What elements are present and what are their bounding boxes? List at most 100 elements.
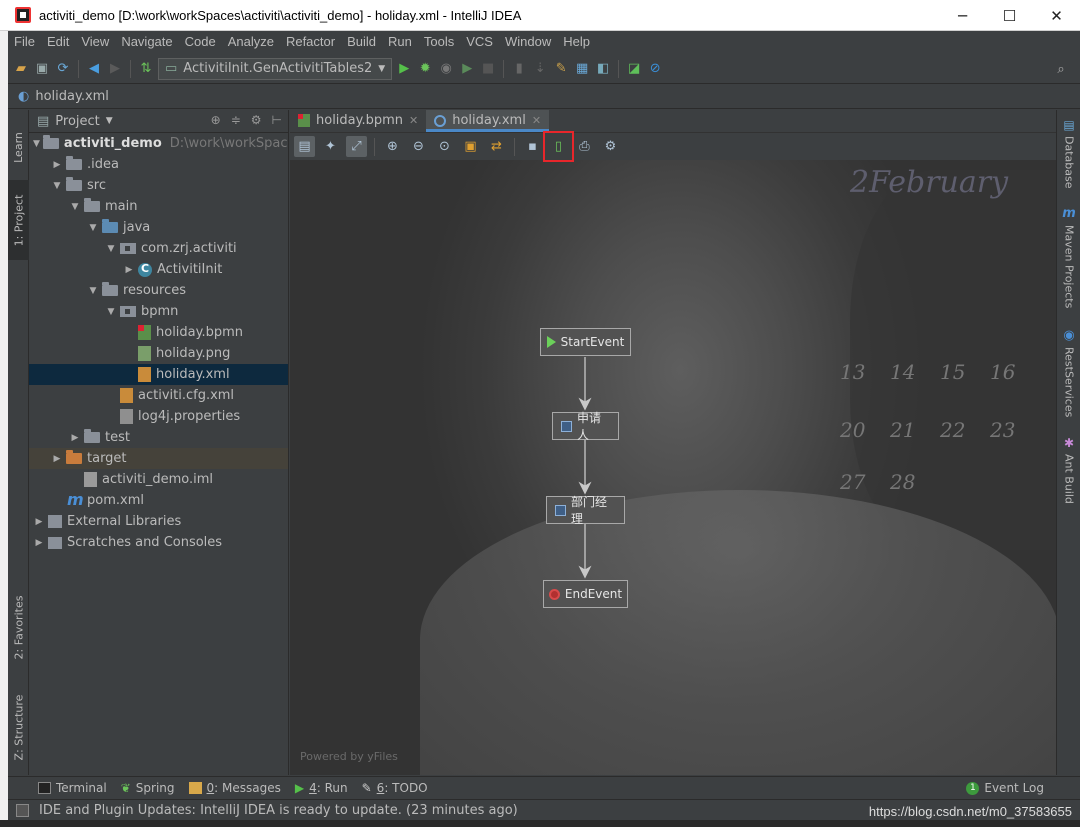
menu-refactor[interactable]: Refactor — [280, 34, 341, 49]
tool-tab-spring[interactable]: ❦ Spring — [121, 781, 175, 795]
project-view-selector[interactable]: Project — [55, 114, 99, 129]
tab-holiday-bpmn[interactable]: holiday.bpmn ✕ — [290, 110, 426, 132]
fit-content-icon[interactable]: ▣ — [460, 136, 481, 157]
no-entry-icon[interactable]: ⊘ — [646, 60, 664, 78]
tree-item-holiday-png[interactable]: holiday.png — [29, 343, 288, 364]
sdk-icon[interactable]: ◧ — [594, 60, 612, 78]
gear-icon[interactable]: ⚙ — [251, 113, 262, 127]
save-diagram-icon[interactable]: ▪ — [522, 136, 543, 157]
settings-gear-icon[interactable]: ⚙ — [600, 136, 621, 157]
tree-item-project-root[interactable]: ▼ activiti_demo D:\work\workSpaces\ac — [29, 133, 288, 154]
tool-tab-run[interactable]: ▶ 4: Run — [295, 781, 348, 795]
start-event-node[interactable]: StartEvent — [540, 328, 631, 356]
locate-icon[interactable]: ⊕ — [211, 113, 221, 127]
tool-tab-restservices[interactable]: ◉ RestServices — [1057, 328, 1080, 417]
layout-icon[interactable]: ✦ — [320, 136, 341, 157]
tool-tab-ant[interactable]: ✱ Ant Build — [1057, 436, 1080, 504]
tool-tab-favorites[interactable]: 2: Favorites — [8, 582, 29, 672]
expanded-arrow-icon[interactable]: ▼ — [105, 244, 117, 254]
menu-window[interactable]: Window — [499, 34, 557, 49]
menu-vcs[interactable]: VCS — [460, 34, 499, 49]
tree-item-idea[interactable]: ▶ .idea — [29, 154, 288, 175]
run-icon[interactable]: ▶ — [395, 60, 413, 78]
tree-item-holiday-bpmn[interactable]: holiday.bpmn — [29, 322, 288, 343]
tool-tab-event-log[interactable]: 1 Event Log — [966, 781, 1044, 795]
export-image-icon[interactable]: ▯ — [543, 131, 574, 162]
user-task-applicant-node[interactable]: 申请人 — [552, 411, 619, 442]
structure-view-icon[interactable]: ▤ — [294, 136, 315, 157]
tree-item-holiday-xml[interactable]: holiday.xml — [29, 364, 288, 385]
close-tab-icon[interactable]: ✕ — [409, 114, 418, 127]
collapsed-arrow-icon[interactable]: ▶ — [51, 454, 63, 464]
collapse-all-icon[interactable]: ≑ — [231, 113, 241, 127]
save-all-icon[interactable]: ▣ — [33, 60, 51, 78]
vcs-commit-icon[interactable]: ⇣ — [531, 60, 549, 78]
tree-item-log4j[interactable]: log4j.properties — [29, 406, 288, 427]
status-message[interactable]: IDE and Plugin Updates: IntelliJ IDEA is… — [39, 803, 518, 818]
zoom-in-icon[interactable]: ⊕ — [382, 136, 403, 157]
tool-tab-learn[interactable]: Learn — [8, 116, 29, 178]
tool-tab-messages[interactable]: 0: Messages — [188, 781, 281, 795]
expanded-arrow-icon[interactable]: ▼ — [69, 202, 81, 212]
hide-icon[interactable]: ⊢ — [272, 113, 282, 127]
menu-navigate[interactable]: Navigate — [115, 34, 178, 49]
collapsed-arrow-icon[interactable]: ▶ — [33, 538, 45, 548]
menu-build[interactable]: Build — [341, 34, 382, 49]
menu-code[interactable]: Code — [179, 34, 222, 49]
actual-size-icon[interactable]: ⊙ — [434, 136, 455, 157]
maximize-button[interactable]: ☐ — [986, 0, 1033, 31]
tool-tab-structure[interactable]: Z: Structure — [8, 682, 29, 772]
settings-wrench-icon[interactable]: ✎ — [552, 60, 570, 78]
run-configuration-select[interactable]: ▭ ActivitiInit.GenActivitiTables2 ▼ — [158, 57, 393, 80]
tool-windows-toggle-icon[interactable] — [16, 803, 29, 817]
tool-tab-database[interactable]: ▤ Database — [1057, 118, 1080, 189]
tool-tab-project[interactable]: 1: Project — [8, 180, 29, 260]
tree-item-iml[interactable]: activiti_demo.iml — [29, 469, 288, 490]
debug-icon[interactable]: ✹ — [416, 60, 434, 78]
collapsed-arrow-icon[interactable]: ▶ — [69, 433, 81, 443]
menu-file[interactable]: File — [8, 34, 41, 49]
collapsed-arrow-icon[interactable]: ▶ — [123, 265, 135, 275]
menu-analyze[interactable]: Analyze — [222, 34, 280, 49]
vcs-update-icon[interactable]: ▮ — [510, 60, 528, 78]
expanded-arrow-icon[interactable]: ▼ — [51, 181, 63, 191]
coverage-icon[interactable]: ◉ — [437, 60, 455, 78]
tree-item-target[interactable]: ▶ target — [29, 448, 288, 469]
build-icon[interactable]: ⇅ — [137, 60, 155, 78]
tool-tab-terminal[interactable]: Terminal — [38, 781, 107, 795]
close-tab-icon[interactable]: ✕ — [532, 114, 541, 127]
menu-help[interactable]: Help — [557, 34, 596, 49]
tree-item-bpmn-folder[interactable]: ▼ bpmn — [29, 301, 288, 322]
tree-item-src[interactable]: ▼ src — [29, 175, 288, 196]
end-event-node[interactable]: EndEvent — [543, 580, 628, 608]
user-task-manager-node[interactable]: 部门经理 — [546, 495, 625, 526]
expanded-arrow-icon[interactable]: ▼ — [105, 307, 117, 317]
menu-tools[interactable]: Tools — [418, 34, 460, 49]
stop-icon[interactable]: ■ — [479, 60, 497, 78]
forward-arrow-icon[interactable]: ▶ — [106, 60, 124, 78]
tree-item-external-libraries[interactable]: ▶ External Libraries — [29, 511, 288, 532]
menu-edit[interactable]: Edit — [41, 34, 75, 49]
breadcrumb-file[interactable]: holiday.xml — [35, 89, 109, 104]
monitor-icon[interactable]: ◪ — [625, 60, 643, 78]
tree-item-main[interactable]: ▼ main — [29, 196, 288, 217]
menu-run[interactable]: Run — [382, 34, 418, 49]
collapsed-arrow-icon[interactable]: ▶ — [33, 517, 45, 527]
tool-tab-maven[interactable]: m Maven Projects — [1057, 206, 1080, 308]
profile-icon[interactable]: ▶ — [458, 60, 476, 78]
tree-item-activiti-cfg[interactable]: activiti.cfg.xml — [29, 385, 288, 406]
expanded-arrow-icon[interactable]: ▼ — [33, 139, 40, 149]
tree-item-resources[interactable]: ▼ resources — [29, 280, 288, 301]
tree-item-package[interactable]: ▼ com.zrj.activiti — [29, 238, 288, 259]
menu-view[interactable]: View — [75, 34, 115, 49]
open-folder-icon[interactable]: ▰ — [12, 60, 30, 78]
expanded-arrow-icon[interactable]: ▼ — [87, 286, 99, 296]
tree-item-activitiinit[interactable]: ▶ ActivitiInit — [29, 259, 288, 280]
close-button[interactable]: ✕ — [1033, 0, 1080, 31]
tree-item-pom[interactable]: pom.xml — [29, 490, 288, 511]
tree-item-scratches[interactable]: ▶ Scratches and Consoles — [29, 532, 288, 553]
sync-icon[interactable]: ⟳ — [54, 60, 72, 78]
tool-tab-todo[interactable]: ✎ 6: TODO — [362, 781, 428, 795]
search-icon[interactable]: ⌕ — [1052, 60, 1070, 78]
tab-holiday-xml[interactable]: holiday.xml ✕ — [426, 110, 550, 132]
